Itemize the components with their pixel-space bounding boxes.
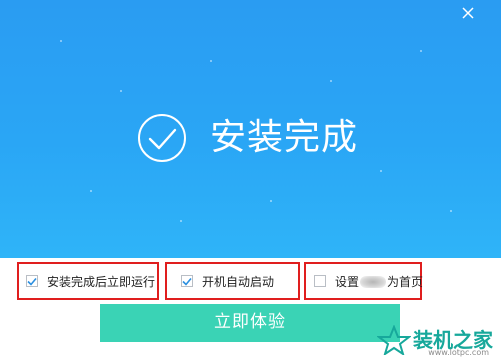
completion-title: 安装完成 [210,117,359,158]
try-now-button[interactable]: 立即体验 [100,304,400,342]
set-homepage-suffix: 为首页 [387,274,424,289]
set-homepage-checkbox[interactable] [314,275,326,287]
watermark-title: 装机之家 [413,328,493,352]
autostart-checkbox[interactable] [181,275,193,287]
set-homepage-prefix: 设置 [335,274,360,289]
checkmark-icon [27,277,37,286]
watermark: 装机之家 www.lotpc.com [377,325,493,357]
checkmark-icon [182,277,192,286]
autostart-label: 开机自动启动 [202,274,275,289]
star-logo-icon [377,325,411,355]
run-after-install-label: 安装完成后立即运行 [47,274,156,289]
set-homepage-label: 设置 为首页 [335,273,423,290]
installer-window: 安装完成 安装完成后立即运行 开机自动启动 设置 为首页 立即体验 装机之家 w… [0,0,501,361]
hero-banner: 安装完成 [0,0,501,258]
option-run-after-install[interactable]: 安装完成后立即运行 [17,262,159,300]
option-set-homepage[interactable]: 设置 为首页 [304,262,423,300]
close-button[interactable] [461,6,475,20]
close-icon [462,7,474,19]
run-after-install-checkbox[interactable] [26,275,38,287]
blurred-text [360,276,387,288]
watermark-url: www.lotpc.com [428,348,489,357]
check-circle-icon [138,114,186,162]
option-autostart[interactable]: 开机自动启动 [165,262,300,300]
install-options: 安装完成后立即运行 开机自动启动 设置 为首页 [0,258,501,306]
